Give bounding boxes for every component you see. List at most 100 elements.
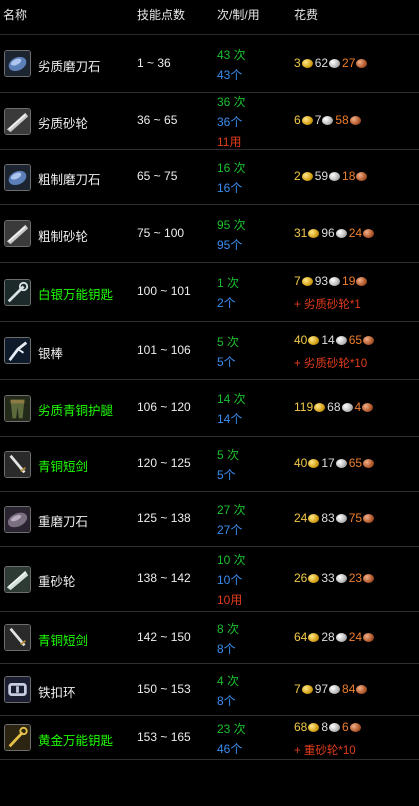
gold-coin-icon bbox=[308, 335, 320, 345]
item-name[interactable]: 银棒 bbox=[38, 343, 63, 362]
silver-amount: 62 bbox=[314, 56, 329, 70]
item-count: 10个 bbox=[217, 573, 243, 587]
golden-key-icon[interactable] bbox=[4, 724, 31, 751]
gold-amount: 31 bbox=[294, 226, 308, 240]
shortsword-icon[interactable] bbox=[4, 451, 31, 478]
item-name[interactable]: 重砂轮 bbox=[38, 571, 76, 590]
item-name[interactable]: 劣质青铜护腿 bbox=[38, 400, 113, 419]
use-count: 11用 bbox=[217, 135, 242, 149]
leggings-icon[interactable] bbox=[4, 395, 31, 422]
table-row: 青铜短剑 120 ~ 125 5 次 5个 40 17 65 bbox=[0, 437, 419, 492]
table-row: 银棒 101 ~ 106 5 次 5个 40 14 65 + 劣质砂轮*10 bbox=[0, 322, 419, 380]
table-row: 劣质砂轮 36 ~ 65 36 次 36个 11用 6 7 58 bbox=[0, 93, 419, 150]
craft-count: 5 次 bbox=[217, 448, 240, 462]
copper-amount: 24 bbox=[348, 630, 363, 644]
silver-amount: 83 bbox=[321, 511, 335, 525]
gold-amount: 68 bbox=[294, 720, 308, 734]
skill-range: 65 ~ 75 bbox=[137, 169, 178, 183]
grinding-stone-icon[interactable] bbox=[4, 220, 31, 247]
item-count: 2个 bbox=[217, 296, 236, 310]
extra-material: + 重砂轮*10 bbox=[294, 745, 356, 757]
gold-amount: 24 bbox=[294, 511, 308, 525]
silver-amount: 8 bbox=[321, 720, 329, 734]
cost: 7 97 84 bbox=[294, 682, 369, 696]
silver-coin-icon bbox=[329, 722, 341, 732]
whetstone-icon[interactable] bbox=[4, 164, 31, 191]
item-name[interactable]: 劣质磨刀石 bbox=[38, 56, 101, 75]
skill-range: 36 ~ 65 bbox=[137, 113, 178, 127]
item-count: 8个 bbox=[217, 694, 236, 708]
silver-rod-icon[interactable] bbox=[4, 337, 31, 364]
silver-coin-icon bbox=[335, 632, 347, 642]
gold-coin-icon bbox=[308, 722, 320, 732]
item-name[interactable]: 青铜短剑 bbox=[38, 456, 88, 475]
item-name[interactable]: 铁扣环 bbox=[38, 682, 76, 701]
cost: 119 68 4 bbox=[294, 400, 375, 414]
item-name[interactable]: 黄金万能钥匙 bbox=[38, 730, 113, 749]
item-name[interactable]: 白银万能钥匙 bbox=[38, 284, 113, 303]
silver-coin-icon bbox=[329, 171, 341, 181]
copper-coin-icon bbox=[356, 58, 368, 68]
whetstone-icon[interactable] bbox=[4, 50, 31, 77]
skill-range: 75 ~ 100 bbox=[137, 226, 185, 240]
craft-count: 43 次 bbox=[217, 48, 246, 62]
silver-coin-icon bbox=[335, 573, 347, 583]
iron-buckle-icon[interactable] bbox=[4, 676, 31, 703]
copper-coin-icon bbox=[363, 335, 375, 345]
item-count: 14个 bbox=[217, 412, 243, 426]
gold-coin-icon bbox=[308, 458, 320, 468]
craft-count: 5 次 bbox=[217, 335, 240, 349]
item-name[interactable]: 重磨刀石 bbox=[38, 511, 88, 530]
skill-range: 100 ~ 101 bbox=[137, 284, 191, 298]
heavy-whetstone-icon[interactable] bbox=[4, 506, 31, 533]
silver-coin-icon bbox=[322, 115, 334, 125]
silver-coin-icon bbox=[335, 513, 347, 523]
item-name[interactable]: 劣质砂轮 bbox=[38, 113, 88, 132]
grinding-stone-icon[interactable] bbox=[4, 108, 31, 135]
gold-coin-icon bbox=[308, 573, 320, 583]
cost: 6 7 58 bbox=[294, 113, 363, 127]
table-row: 铁扣环 150 ~ 153 4 次 8个 7 97 84 bbox=[0, 664, 419, 716]
skeleton-key-icon[interactable] bbox=[4, 279, 31, 306]
item-name[interactable]: 粗制砂轮 bbox=[38, 226, 88, 245]
gold-amount: 26 bbox=[294, 571, 308, 585]
table-row: 黄金万能钥匙 153 ~ 165 23 次 46个 68 8 6 + 重砂轮*10 bbox=[0, 716, 419, 760]
cost: 64 28 24 bbox=[294, 630, 376, 644]
copper-amount: 27 bbox=[342, 56, 356, 70]
silver-amount: 7 bbox=[314, 113, 322, 127]
copper-amount: 19 bbox=[342, 274, 356, 288]
shortsword-icon[interactable] bbox=[4, 624, 31, 651]
copper-coin-icon bbox=[356, 276, 368, 286]
heavy-grinding-stone-icon[interactable] bbox=[4, 566, 31, 593]
craft-count: 16 次 bbox=[217, 161, 246, 175]
copper-coin-icon bbox=[349, 115, 361, 125]
silver-amount: 14 bbox=[321, 333, 335, 347]
extra-material: + 劣质砂轮*10 bbox=[294, 358, 368, 370]
copper-coin-icon bbox=[363, 513, 375, 523]
item-count: 16个 bbox=[217, 181, 243, 195]
skill-range: 101 ~ 106 bbox=[137, 343, 191, 357]
gold-coin-icon bbox=[314, 402, 326, 412]
copper-amount: 4 bbox=[354, 400, 362, 414]
table-row: 粗制磨刀石 65 ~ 75 16 次 16个 2 59 18 bbox=[0, 150, 419, 205]
silver-amount: 93 bbox=[314, 274, 329, 288]
skill-range: 125 ~ 138 bbox=[137, 511, 191, 525]
copper-amount: 23 bbox=[348, 571, 363, 585]
copper-amount: 18 bbox=[342, 169, 356, 183]
copper-coin-icon bbox=[363, 632, 375, 642]
item-count: 27个 bbox=[217, 523, 243, 537]
gold-coin-icon bbox=[301, 684, 313, 694]
item-name[interactable]: 粗制磨刀石 bbox=[38, 169, 101, 188]
copper-coin-icon bbox=[363, 228, 375, 238]
skill-range: 138 ~ 142 bbox=[137, 571, 191, 585]
gold-amount: 7 bbox=[294, 682, 301, 696]
table-row: 劣质青铜护腿 106 ~ 120 14 次 14个 119 68 4 bbox=[0, 380, 419, 437]
gold-amount: 40 bbox=[294, 333, 308, 347]
silver-coin-icon bbox=[335, 335, 347, 345]
cost: 68 8 6 bbox=[294, 720, 363, 734]
craft-count: 8 次 bbox=[217, 622, 240, 636]
gold-amount: 64 bbox=[294, 630, 308, 644]
skill-range: 153 ~ 165 bbox=[137, 730, 191, 744]
copper-coin-icon bbox=[356, 171, 368, 181]
item-name[interactable]: 青铜短剑 bbox=[38, 630, 88, 649]
